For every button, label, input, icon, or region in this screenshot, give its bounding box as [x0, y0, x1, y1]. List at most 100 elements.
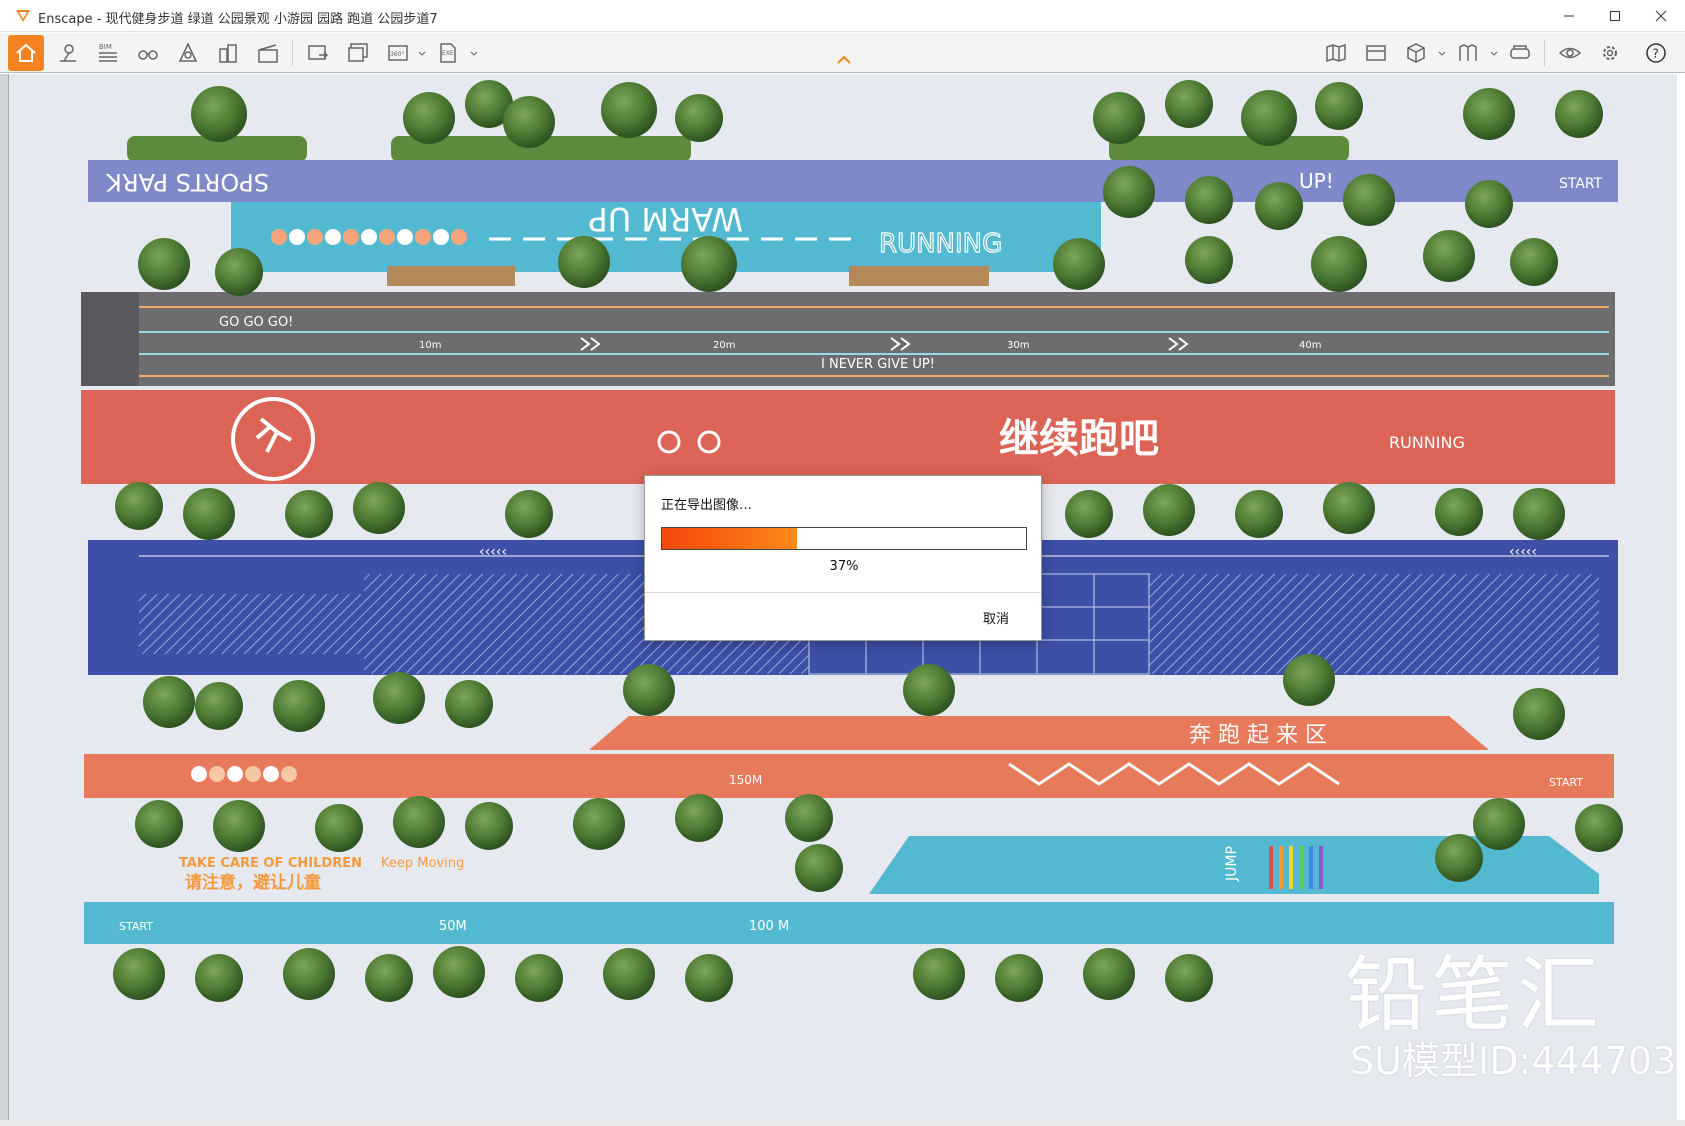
left-edge-panel	[0, 74, 8, 1120]
binoculars-button[interactable]	[132, 37, 164, 69]
bim-button[interactable]: BIM	[92, 37, 124, 69]
asset-library-icon	[178, 42, 198, 62]
home-button[interactable]	[8, 35, 44, 71]
svg-text:‹‹‹‹‹: ‹‹‹‹‹	[1509, 544, 1537, 560]
location-button[interactable]	[52, 37, 84, 69]
cyan-dots	[271, 229, 467, 245]
bim-list-icon: BIM	[99, 43, 117, 62]
chevron-down-icon[interactable]	[418, 51, 426, 57]
bottom-strip	[0, 1120, 1685, 1126]
toolbar-separator	[292, 40, 293, 66]
map-button[interactable]	[1320, 37, 1352, 69]
collapse-toolbar-icon[interactable]	[836, 55, 852, 65]
export-exe-icon: EXE	[440, 43, 456, 63]
exe-label: EXE	[442, 50, 454, 57]
svg-text:?: ?	[1653, 47, 1659, 61]
gear-icon	[1603, 46, 1617, 60]
binoculars-icon	[138, 50, 158, 60]
lane-sports-park-text: SPORTS PARK	[105, 168, 269, 196]
hedge	[1109, 136, 1349, 162]
maximize-button[interactable]	[1592, 0, 1638, 32]
orange-lane-start: START	[1549, 776, 1583, 789]
export-progress-dialog: 正在导出图像… 37% 取消	[644, 475, 1042, 641]
settings-button[interactable]	[1594, 37, 1626, 69]
location-pin-icon	[60, 44, 76, 62]
export-exe-button[interactable]: EXE	[432, 37, 464, 69]
screenshot-icon	[308, 45, 329, 60]
bottom-lane-50m: 50M	[439, 919, 467, 934]
close-button[interactable]	[1638, 0, 1684, 32]
track-mark-30m: 30m	[1007, 340, 1029, 351]
views-button[interactable]	[1360, 37, 1392, 69]
orange-lane-zone: 奔 跑 起 来 区	[1189, 723, 1327, 748]
cube-icon	[1407, 43, 1425, 63]
screenshot-button[interactable]	[302, 37, 334, 69]
panorama-label: 360°	[390, 51, 404, 58]
buildings-icon	[219, 44, 237, 63]
section-box-button[interactable]	[1400, 37, 1432, 69]
track-mark-40m: 40m	[1299, 340, 1321, 351]
toolbar: BIM 360° EXE ?	[0, 33, 1685, 73]
video-editor-button[interactable]	[252, 37, 284, 69]
panorama-icon: 360°	[388, 45, 408, 61]
progress-bar	[661, 527, 1027, 550]
lane-start-text: START	[1559, 176, 1603, 192]
vr-headset-icon	[1510, 45, 1530, 59]
kids-chinese-text: 请注意，避让儿童	[185, 872, 321, 893]
visual-settings-button[interactable]	[1554, 37, 1586, 69]
dialog-divider	[645, 592, 1041, 593]
bottom-lane-start: START	[119, 920, 153, 933]
jump-text: JUMP	[1224, 846, 1240, 882]
bench	[387, 266, 515, 286]
track-go-text: GO GO GO!	[219, 315, 293, 330]
maximize-icon	[1610, 11, 1620, 21]
materials-icon	[1459, 44, 1477, 61]
track-mark-10m: 10m	[419, 340, 441, 351]
panorama-button[interactable]: 360°	[382, 37, 414, 69]
enscape-window: Enscape - 现代健身步道 绿道 公园景观 小游园 园路 跑道 公园步道7…	[0, 0, 1685, 1126]
track-never-give-up-text: I NEVER GIVE UP!	[821, 357, 935, 372]
dialog-title: 正在导出图像…	[661, 498, 753, 513]
watermark-model-id: SU模型ID:444703	[1350, 1039, 1677, 1083]
asset-library-button[interactable]	[172, 37, 204, 69]
chevron-down-icon[interactable]	[1490, 51, 1498, 57]
orange-lane-150m: 150M	[729, 773, 762, 787]
close-icon	[1655, 10, 1667, 22]
batch-render-icon	[348, 43, 368, 62]
cancel-button[interactable]: 取消	[983, 608, 1009, 627]
chevron-down-icon[interactable]	[470, 51, 478, 57]
map-icon	[1326, 43, 1346, 63]
kids-care-text: TAKE CARE OF CHILDREN	[179, 856, 362, 871]
lane-running-text: RUNNING	[879, 229, 1002, 259]
minimize-button[interactable]	[1546, 0, 1592, 32]
lane-up-text: UP!	[1299, 169, 1334, 193]
svg-text:‹‹‹‹‹: ‹‹‹‹‹	[479, 544, 507, 560]
track-mark-20m: 20m	[713, 340, 735, 351]
toolbar-separator	[1544, 40, 1545, 66]
red-lane-running: RUNNING	[1389, 433, 1465, 452]
bim-label: BIM	[99, 43, 112, 51]
eye-icon	[1558, 47, 1582, 59]
window-title: Enscape - 现代健身步道 绿道 公园景观 小游园 园路 跑道 公园步道7	[38, 12, 438, 27]
chevron-down-icon[interactable]	[1438, 51, 1446, 57]
minimize-icon	[1564, 15, 1574, 17]
lane-warm-up-text: WARM UP	[588, 200, 743, 238]
bench	[849, 266, 989, 286]
gray-track-start	[81, 292, 139, 386]
clapper-icon	[258, 44, 278, 63]
title-bar: Enscape - 现代健身步道 绿道 公园景观 小游园 园路 跑道 公园步道7	[0, 0, 1685, 32]
help-icon: ?	[1646, 43, 1666, 63]
enscape-logo-icon	[16, 10, 30, 22]
batch-render-button[interactable]	[342, 37, 374, 69]
vr-button[interactable]	[1504, 37, 1536, 69]
materials-button[interactable]	[1452, 37, 1484, 69]
bottom-lane-100m: 100 M	[749, 919, 789, 934]
keep-moving-text: Keep Moving	[381, 856, 464, 871]
help-button[interactable]: ?	[1640, 37, 1672, 69]
views-icon	[1366, 45, 1386, 61]
progress-percent: 37%	[829, 559, 859, 574]
home-icon	[16, 43, 36, 62]
progress-fill	[662, 528, 797, 549]
orange-lane	[84, 754, 1614, 798]
buildings-button[interactable]	[212, 37, 244, 69]
